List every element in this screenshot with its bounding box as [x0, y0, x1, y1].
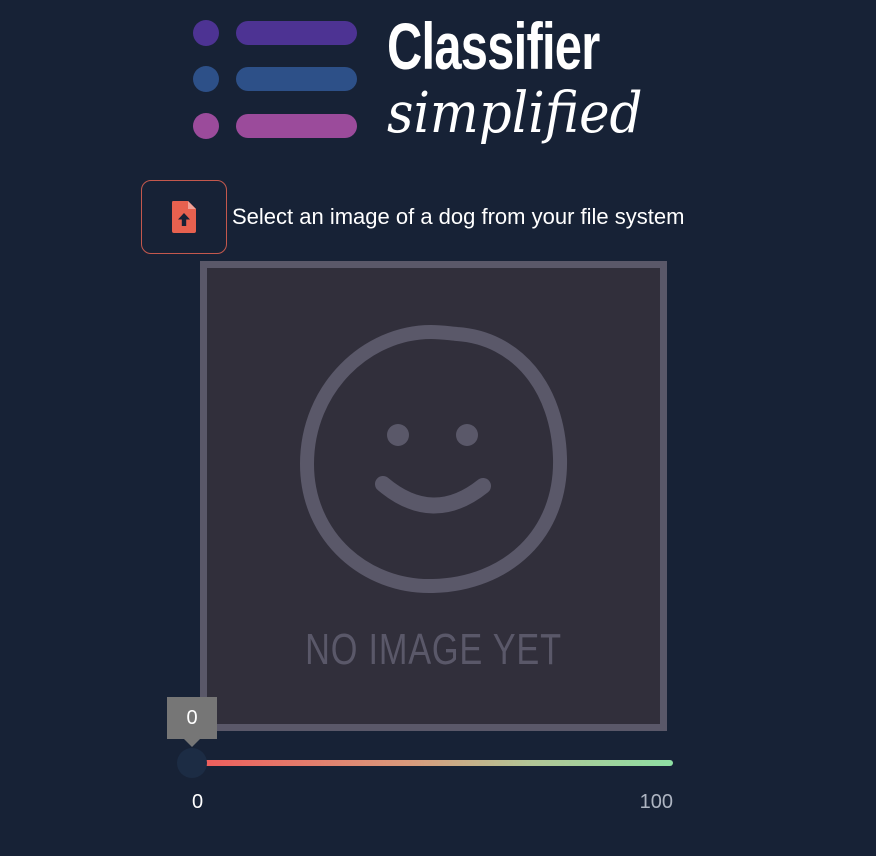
logo-mark [190, 10, 370, 150]
slider-max-label: 100 [639, 791, 673, 813]
image-preview: NO IMAGE YET [200, 261, 667, 731]
slider-thumb[interactable] [177, 748, 207, 778]
upload-label: Select an image of a dog from your file … [232, 204, 685, 229]
logo-dot [193, 66, 219, 92]
logo-bar [236, 21, 357, 45]
slider-value-tooltip: 0 [167, 697, 217, 747]
logo: Classifier simplified [190, 9, 690, 170]
app-page: Classifier simplified Select an image of… [0, 0, 876, 856]
logo-row [193, 66, 357, 92]
confidence-slider[interactable]: 0 0 100 [167, 695, 690, 825]
logo-bar [236, 114, 357, 138]
logo-dot [193, 113, 219, 139]
logo-bar [236, 67, 357, 91]
logo-dot [193, 20, 219, 46]
slider-min-label: 0 [192, 791, 204, 813]
slider-track[interactable] [192, 760, 673, 766]
no-image-text: NO IMAGE YET [305, 625, 562, 674]
upload-file-button[interactable] [141, 180, 227, 254]
file-upload-icon [172, 201, 196, 233]
logo-row [193, 113, 357, 139]
app-title: Classifier [387, 9, 600, 83]
app-subtitle: simplified [387, 81, 643, 146]
logo-row [193, 20, 357, 46]
